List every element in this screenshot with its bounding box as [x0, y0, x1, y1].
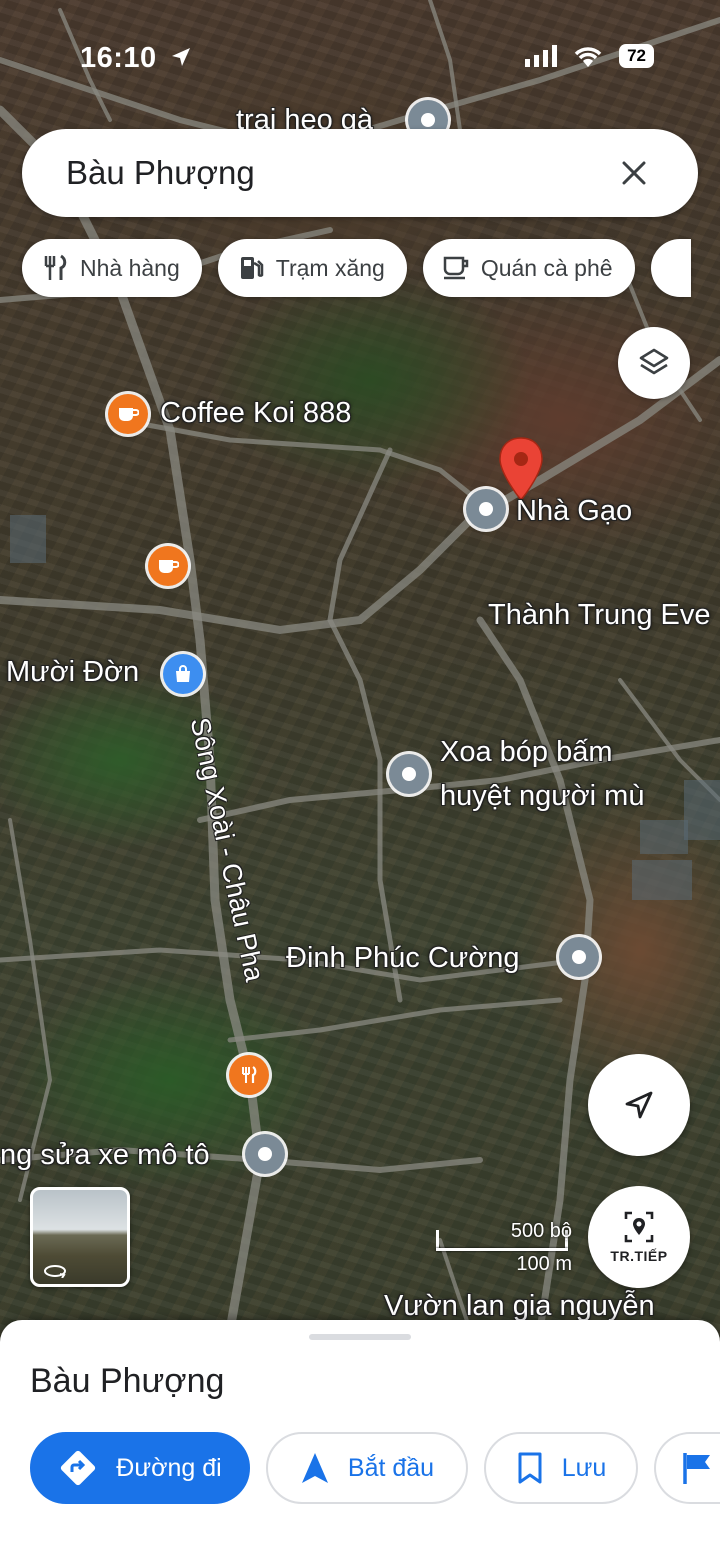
poi-pin-icon[interactable]: [466, 489, 506, 529]
search-bar[interactable]: Bàu Phượng: [22, 129, 698, 217]
scale-feet: 500 bộ: [510, 1220, 572, 1242]
chip-more[interactable]: [650, 239, 691, 297]
flag-icon: [683, 1453, 710, 1484]
battery-indicator: 72: [619, 44, 654, 68]
restaurant-poi-icon[interactable]: [229, 1055, 269, 1095]
save-label: Lưu: [561, 1453, 607, 1482]
start-button[interactable]: Bắt đầu: [266, 1432, 468, 1504]
live-view-button[interactable]: TR.TIẾP: [588, 1186, 690, 1288]
navigation-start-icon: [301, 1453, 328, 1483]
status-indicators: 72: [525, 44, 654, 68]
coffee-poi-icon[interactable]: [148, 546, 188, 586]
status-time: 16:10: [80, 42, 193, 75]
poi-pin-icon[interactable]: [389, 754, 429, 794]
location-arrow-icon: [172, 48, 191, 66]
save-button[interactable]: Lưu: [484, 1432, 638, 1504]
place-title: Bàu Phượng: [30, 1362, 225, 1400]
category-chips: Nhà hàng Trạm xăng Quán cà phê: [22, 239, 691, 297]
chip-label: Trạm xăng: [275, 254, 385, 281]
map-scale: 500 bộ 100 m: [436, 1220, 576, 1280]
my-location-button[interactable]: [588, 1054, 690, 1156]
close-icon[interactable]: [614, 153, 654, 193]
chip-label: Nhà hàng: [80, 254, 180, 281]
poi-pin-icon[interactable]: [245, 1134, 285, 1174]
scale-meters: 100 m: [516, 1253, 572, 1275]
directions-button[interactable]: Đường đi: [30, 1432, 250, 1504]
map-view[interactable]: 16:10 72 trai heo gà Coffee Koi 888 Nhà …: [0, 0, 720, 1330]
selected-location-pin-icon[interactable]: [497, 436, 545, 502]
poi-label-xoa-bop-line1[interactable]: Xoa bóp bấm: [440, 736, 613, 769]
layers-button[interactable]: [618, 327, 690, 399]
poi-label-xoa-bop-line2[interactable]: huyệt người mù: [440, 780, 644, 813]
directions-icon: [61, 1450, 96, 1486]
poi-pin-icon[interactable]: [559, 937, 599, 977]
poi-label-nha-gao[interactable]: Nhà Gạo: [516, 495, 632, 528]
bookmark-icon: [518, 1452, 542, 1484]
street-view-thumbnail[interactable]: [30, 1187, 130, 1287]
coffee-cup-icon: [443, 256, 469, 280]
chip-gas-station[interactable]: Trạm xăng: [217, 239, 407, 297]
rotate-360-icon: [44, 1265, 66, 1278]
layers-icon: [639, 348, 669, 375]
poi-label-vuon-lan[interactable]: Vườn lan gia nguyễn: [384, 1290, 655, 1323]
label-button[interactable]: [654, 1432, 720, 1504]
shopping-bag-poi-icon[interactable]: [163, 654, 203, 694]
drag-handle[interactable]: [309, 1334, 411, 1340]
live-view-label: TR.TIẾP: [610, 1248, 668, 1264]
navigation-arrow-icon: [625, 1091, 653, 1119]
signal-icon: [525, 45, 558, 67]
start-label: Bắt đầu: [347, 1453, 435, 1482]
wifi-icon: [574, 47, 602, 67]
live-view-pin-icon: [624, 1211, 654, 1243]
poi-label-dinh-phuc-cuong[interactable]: Đinh Phúc Cường: [286, 942, 520, 975]
poi-label-thanh-trung[interactable]: Thành Trung Eve: [488, 599, 710, 632]
search-query[interactable]: Bàu Phượng: [66, 154, 614, 192]
poi-label-muoi-don[interactable]: Mười Đờn: [6, 656, 139, 689]
chip-coffee[interactable]: Quán cà phê: [422, 239, 635, 297]
place-bottom-sheet[interactable]: Bàu Phượng Đường đi Bắt đầu Lưu: [0, 1320, 720, 1565]
directions-label: Đường đi: [116, 1453, 222, 1482]
chip-label: Quán cà phê: [480, 254, 613, 281]
place-actions: Đường đi Bắt đầu Lưu: [30, 1432, 720, 1504]
poi-label-sua-xe[interactable]: ng sửa xe mô tô: [0, 1139, 210, 1172]
fork-knife-icon: [44, 254, 67, 280]
poi-label-coffee-koi[interactable]: Coffee Koi 888: [160, 397, 351, 430]
gas-station-icon: [240, 257, 263, 279]
chip-restaurant[interactable]: Nhà hàng: [22, 239, 202, 297]
coffee-poi-icon[interactable]: [108, 394, 148, 434]
